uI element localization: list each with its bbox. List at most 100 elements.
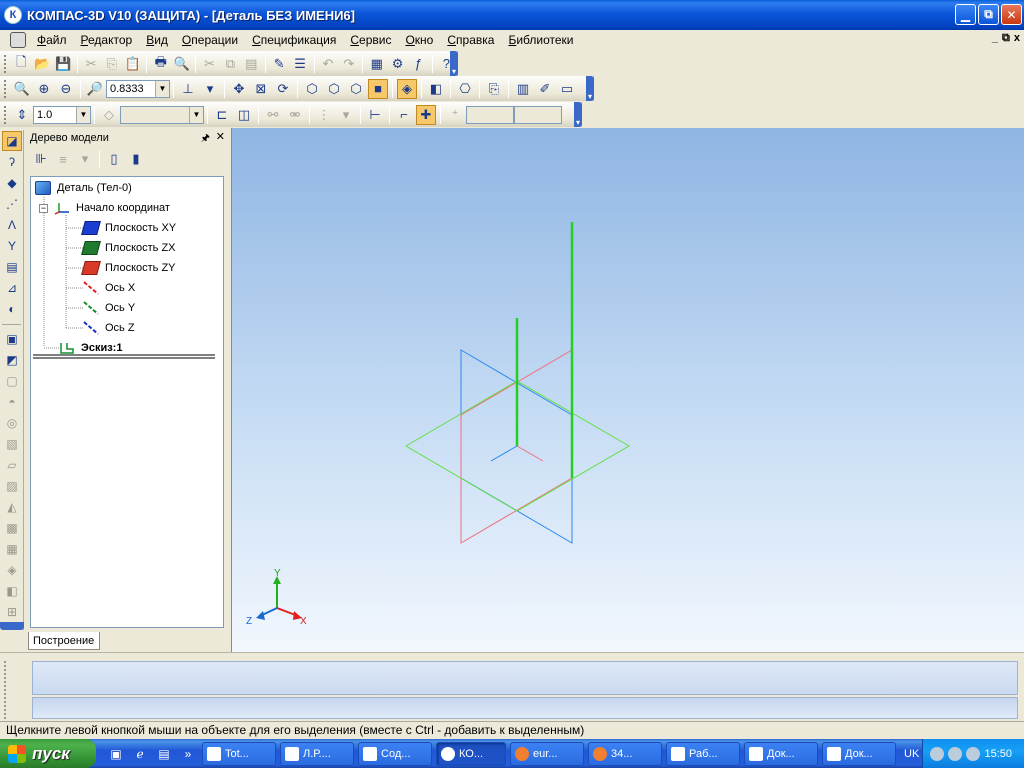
toolbar-grip[interactable] — [4, 79, 7, 98]
tree-item-sketch[interactable]: Эскиз:1 — [59, 339, 122, 357]
minimize-button[interactable]: ▁ — [955, 4, 976, 25]
aux-geometry-icon[interactable]: Λ — [2, 215, 22, 235]
menu-editor[interactable]: Редактор — [74, 30, 140, 50]
collapse-icon[interactable]: − — [39, 203, 48, 213]
fillet-icon[interactable]: ◓ — [2, 392, 22, 412]
step-icon[interactable]: ⇕ — [12, 105, 32, 125]
tree-item-plane-zy[interactable]: Плоскость ZY — [81, 259, 176, 277]
tree-item-part[interactable]: Деталь (Тел-0) — [35, 179, 132, 197]
close-icon[interactable]: ✕ — [216, 130, 225, 143]
tree-item-plane-zx[interactable]: Плоскость ZX — [81, 239, 176, 257]
tree-item-axis-y[interactable]: Ось Y — [83, 299, 135, 317]
properties-icon[interactable]: ✎ — [270, 54, 289, 74]
menu-libraries[interactable]: Библиотеки — [501, 30, 580, 50]
zoom-in-icon[interactable]: ⊕ — [34, 79, 54, 99]
rotate-icon[interactable]: ⟳ — [273, 79, 293, 99]
taskbar-button[interactable]: Док... — [744, 741, 818, 766]
tree-structure-icon[interactable]: ⊪ — [31, 149, 51, 169]
constraint-icon[interactable]: ⚮ — [285, 105, 305, 125]
rib-icon[interactable]: ▨ — [2, 476, 22, 496]
measure-icon[interactable]: ▥ — [513, 79, 533, 99]
start-button[interactable]: пуск — [0, 739, 96, 768]
tree-item-origin[interactable]: − Начало координат — [39, 199, 170, 217]
list-icon[interactable]: ☰ — [291, 54, 310, 74]
shaded-icon[interactable]: ■ — [368, 78, 388, 99]
coord-y-field[interactable] — [514, 105, 562, 124]
save-icon[interactable]: 💾 — [54, 54, 73, 74]
tree-sort-icon[interactable]: ≡ — [53, 149, 73, 169]
language-indicator[interactable]: UK — [904, 748, 919, 760]
taskbar-button[interactable]: Раб... — [666, 741, 740, 766]
function-icon[interactable]: ƒ — [409, 54, 428, 74]
taskbar-button[interactable]: Tot... — [202, 741, 276, 766]
preview-icon[interactable]: 🔍 — [172, 54, 191, 74]
hidden-lines-icon[interactable]: ⬡ — [324, 79, 344, 99]
quicklaunch-more-icon[interactable]: » — [178, 744, 198, 764]
zoom-combo[interactable]: 0.8333 ▼ — [106, 79, 170, 98]
menu-service[interactable]: Сервис — [343, 30, 398, 50]
step-combo[interactable]: 1.0 ▼ — [33, 105, 91, 124]
undo-icon[interactable]: ↶ — [319, 54, 338, 74]
pattern-icon[interactable]: ▦ — [2, 539, 22, 559]
pan-icon[interactable]: ✥ — [229, 79, 249, 99]
variables-icon[interactable]: ⚙ — [388, 54, 407, 74]
tree-item-axis-z[interactable]: Ось Z — [83, 319, 135, 337]
copy-tool-icon[interactable]: ⧉ — [221, 54, 240, 74]
document-menu-icon[interactable] — [10, 32, 26, 48]
edit-sketch-icon[interactable]: ◫ — [234, 105, 254, 125]
volume-icon[interactable] — [966, 746, 981, 761]
tree-doc-icon[interactable]: ▯ — [104, 149, 124, 169]
boolean-icon[interactable]: ◧ — [2, 581, 22, 601]
tree-doc-list-icon[interactable]: ▮ — [126, 149, 146, 169]
filters-icon[interactable]: Y — [2, 236, 22, 256]
draft-icon[interactable]: ▱ — [2, 455, 22, 475]
zoom-scale-icon[interactable]: 🔎 — [85, 79, 105, 99]
chevron-down-icon[interactable]: ▼ — [155, 80, 169, 97]
redo-icon[interactable]: ↷ — [339, 54, 358, 74]
quicklaunch-ie-icon[interactable]: ℯ — [130, 744, 150, 764]
surface-edit-icon[interactable]: ◐ — [2, 299, 22, 319]
perspective-icon[interactable]: ◧ — [426, 79, 446, 99]
parametric-icon[interactable]: ⚯ — [263, 105, 283, 125]
layer-icon[interactable]: ◇ — [99, 105, 119, 125]
section-icon[interactable]: ⎔ — [455, 79, 475, 99]
print-icon[interactable]: 🖶 — [151, 54, 170, 74]
chevron-down-icon[interactable]: ▼ — [189, 106, 203, 123]
toolbar-options-icon[interactable]: ▾ — [586, 76, 594, 101]
tools-icon[interactable]: ✐ — [535, 79, 555, 99]
orientation-dropdown-icon[interactable]: ▾ — [200, 79, 220, 99]
hole-icon[interactable]: ◎ — [2, 413, 22, 433]
grid-icon[interactable]: ⋮ — [314, 105, 334, 125]
paste-tool-icon[interactable]: ▤ — [242, 54, 261, 74]
manager-icon[interactable]: ▦ — [367, 54, 386, 74]
coord-x-field[interactable] — [466, 105, 514, 124]
menu-operations[interactable]: Операции — [175, 30, 245, 50]
mdi-restore-button[interactable]: ⧉ — [1002, 32, 1010, 45]
quicklaunch-app-icon[interactable]: ▣ — [106, 744, 126, 764]
ortho-icon[interactable]: ⌐ — [394, 105, 414, 125]
restore-button[interactable]: ⧉ — [978, 4, 999, 25]
paste-icon[interactable]: 📋 — [123, 54, 142, 74]
tray-expand-icon[interactable] — [930, 746, 945, 761]
zoom-out-icon[interactable]: ⊖ — [56, 79, 76, 99]
clock[interactable]: 15:50 — [984, 748, 1012, 760]
menu-window[interactable]: Окно — [398, 30, 440, 50]
mdi-close-button[interactable]: x — [1014, 32, 1020, 45]
network-icon[interactable] — [948, 746, 963, 761]
zoom-icon[interactable]: 🔍 — [12, 79, 32, 99]
snap-icon[interactable]: ✚ — [416, 104, 436, 125]
tree-item-plane-xy[interactable]: Плоскость XY — [81, 219, 176, 237]
grid-dropdown-icon[interactable]: ▾ — [336, 105, 356, 125]
tree-sort-dropdown-icon[interactable]: ▾ — [75, 149, 95, 169]
toolbar-options-icon[interactable]: ▾ — [450, 51, 458, 76]
taskbar-button[interactable]: 34... — [588, 741, 662, 766]
library-manager-icon[interactable]: ⎘ — [484, 79, 504, 99]
editing-panel-icon[interactable]: ◪ — [2, 131, 22, 151]
pin-icon[interactable]: 🖈 — [201, 131, 210, 148]
wireframe-icon[interactable]: ⬡ — [302, 79, 322, 99]
layer-combo[interactable]: ▼ — [120, 105, 204, 124]
measure-icon[interactable]: ⊿ — [2, 278, 22, 298]
fit-icon[interactable]: ⊠ — [251, 79, 271, 99]
menu-view[interactable]: Вид — [139, 30, 175, 50]
sheet-icon[interactable]: ⊞ — [2, 602, 22, 622]
